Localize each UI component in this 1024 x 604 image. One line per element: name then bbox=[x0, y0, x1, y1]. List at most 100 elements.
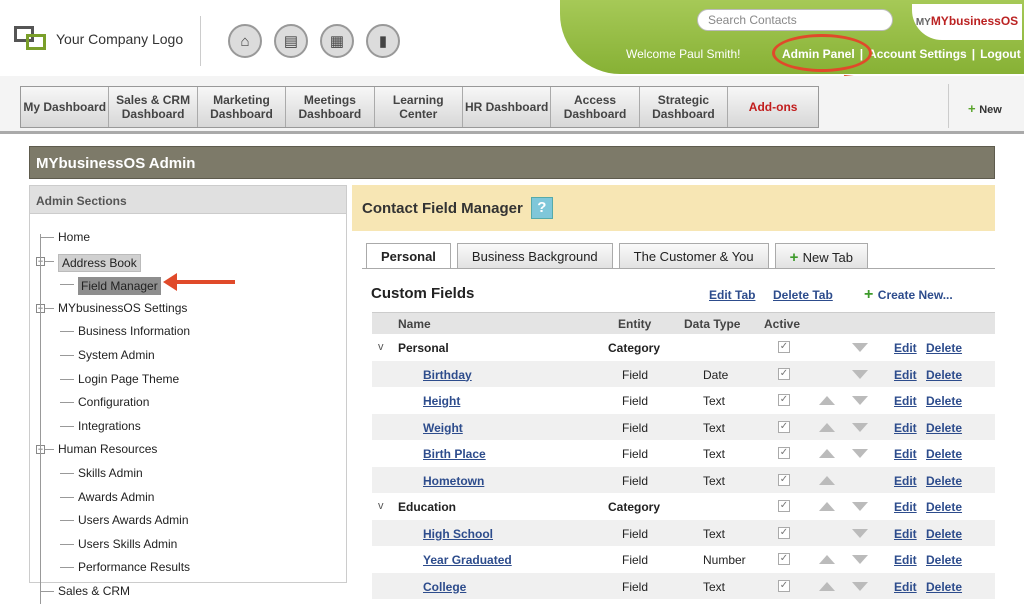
delete-link[interactable]: Delete bbox=[926, 394, 962, 408]
tab-new-tab[interactable]: + New Tab bbox=[774, 243, 868, 268]
data-type-cell: Text bbox=[703, 394, 726, 408]
home-icon[interactable]: ⌂ bbox=[228, 24, 262, 58]
delete-link[interactable]: Delete bbox=[926, 553, 962, 567]
active-checkbox[interactable]: ✓ bbox=[778, 367, 790, 380]
tab-customer-and-you[interactable]: The Customer & You bbox=[618, 243, 769, 268]
edit-link[interactable]: Edit bbox=[894, 368, 917, 382]
field-name-link[interactable]: High School bbox=[423, 527, 493, 541]
active-checkbox[interactable]: ✓ bbox=[778, 553, 790, 565]
nav-add-ons[interactable]: Add-ons bbox=[728, 87, 818, 127]
move-down-icon[interactable] bbox=[852, 369, 868, 379]
nav-hr-dashboard[interactable]: HR Dashboard bbox=[463, 87, 552, 127]
edit-link[interactable]: Edit bbox=[894, 421, 917, 435]
tab-business-background[interactable]: Business Background bbox=[456, 243, 613, 268]
active-checkbox[interactable]: ✓ bbox=[778, 447, 790, 459]
help-icon[interactable]: ? bbox=[530, 197, 553, 219]
search-input[interactable]: Search Contacts bbox=[697, 9, 893, 31]
active-checkbox[interactable]: ✓ bbox=[778, 526, 790, 539]
delete-link[interactable]: Delete bbox=[926, 500, 962, 514]
delete-link[interactable]: Delete bbox=[926, 421, 962, 435]
nav-strategic-dashboard[interactable]: Strategic Dashboard bbox=[640, 87, 729, 127]
active-checkbox[interactable]: ✓ bbox=[778, 341, 790, 353]
field-name-link[interactable]: Weight bbox=[423, 421, 463, 435]
move-up-icon[interactable] bbox=[819, 449, 835, 458]
field-name-link[interactable]: Birth Place bbox=[423, 447, 486, 461]
move-down-icon[interactable] bbox=[852, 555, 868, 564]
nav-sales-crm-dashboard[interactable]: Sales & CRM Dashboard bbox=[109, 87, 198, 127]
sidebar-item[interactable]: Address Book bbox=[58, 253, 141, 272]
account-settings-link[interactable]: Account Settings bbox=[868, 47, 967, 61]
sidebar-item[interactable]: Users Awards Admin bbox=[78, 513, 189, 527]
sidebar-item[interactable]: Integrations bbox=[78, 419, 141, 433]
nav-learning-center[interactable]: Learning Center bbox=[375, 87, 463, 127]
edit-tab-link[interactable]: Edit Tab bbox=[709, 288, 755, 302]
sidebar-item[interactable]: MYbusinessOS Settings bbox=[58, 301, 187, 315]
entity-cell: Field bbox=[622, 579, 649, 594]
move-down-icon[interactable] bbox=[852, 502, 868, 511]
field-name-link[interactable]: Hometown bbox=[423, 474, 484, 488]
field-name-link[interactable]: College bbox=[423, 580, 466, 594]
move-down-icon[interactable] bbox=[852, 528, 868, 538]
move-up-icon[interactable] bbox=[819, 396, 835, 405]
edit-link[interactable]: Edit bbox=[894, 527, 917, 541]
move-up-icon[interactable] bbox=[819, 422, 835, 432]
active-checkbox[interactable]: ✓ bbox=[778, 500, 790, 512]
edit-link[interactable]: Edit bbox=[894, 553, 917, 567]
move-up-icon[interactable] bbox=[819, 502, 835, 511]
active-checkbox[interactable]: ✓ bbox=[778, 473, 790, 486]
move-up-icon[interactable] bbox=[819, 555, 835, 564]
book-icon[interactable]: ▮ bbox=[366, 24, 400, 58]
entity-cell: Field bbox=[622, 526, 649, 541]
logout-link[interactable]: Logout bbox=[980, 47, 1021, 61]
move-down-icon[interactable] bbox=[852, 396, 868, 405]
nav-meetings-dashboard[interactable]: Meetings Dashboard bbox=[286, 87, 375, 127]
field-name-link[interactable]: Birthday bbox=[423, 368, 472, 382]
edit-link[interactable]: Edit bbox=[894, 447, 917, 461]
nav-my-dashboard[interactable]: My Dashboard bbox=[21, 87, 110, 127]
create-new-link[interactable]: + Create New... bbox=[864, 286, 953, 304]
delete-link[interactable]: Delete bbox=[926, 474, 962, 488]
calendar-icon[interactable]: ▦ bbox=[320, 24, 354, 58]
active-checkbox[interactable]: ✓ bbox=[778, 579, 790, 592]
field-name-link[interactable]: Height bbox=[423, 394, 460, 408]
nav-access-dashboard[interactable]: Access Dashboard bbox=[551, 87, 640, 127]
delete-link[interactable]: Delete bbox=[926, 368, 962, 382]
edit-link[interactable]: Edit bbox=[894, 500, 917, 514]
delete-link[interactable]: Delete bbox=[926, 580, 962, 594]
edit-link[interactable]: Edit bbox=[894, 474, 917, 488]
sidebar-item[interactable]: Awards Admin bbox=[78, 490, 154, 504]
chevron-down-icon[interactable]: v bbox=[378, 500, 384, 512]
sidebar-item[interactable]: Field Manager bbox=[78, 277, 161, 296]
brand-text: MYbusinessOS bbox=[930, 14, 1019, 28]
sidebar-item[interactable]: Skills Admin bbox=[78, 466, 143, 480]
sidebar-item[interactable]: Human Resources bbox=[58, 442, 157, 456]
move-up-icon[interactable] bbox=[819, 475, 835, 485]
contact-card-icon[interactable]: ▤ bbox=[274, 24, 308, 58]
chevron-down-icon[interactable]: v bbox=[378, 341, 384, 353]
sidebar-item[interactable]: Performance Results bbox=[78, 560, 190, 574]
active-checkbox[interactable]: ✓ bbox=[778, 394, 790, 406]
new-button[interactable]: + New bbox=[968, 101, 1002, 116]
company-logo[interactable]: Your Company Logo bbox=[14, 26, 183, 52]
tab-personal[interactable]: Personal bbox=[366, 243, 451, 269]
move-down-icon[interactable] bbox=[852, 343, 868, 352]
sidebar-item[interactable]: System Admin bbox=[78, 348, 155, 362]
delete-link[interactable]: Delete bbox=[926, 527, 962, 541]
delete-link[interactable]: Delete bbox=[926, 341, 962, 355]
sidebar-item[interactable]: Login Page Theme bbox=[78, 372, 179, 386]
sidebar-item[interactable]: Business Information bbox=[78, 324, 190, 338]
sidebar-item[interactable]: Home bbox=[58, 230, 90, 244]
delete-link[interactable]: Delete bbox=[926, 447, 962, 461]
field-name-link[interactable]: Year Graduated bbox=[423, 553, 512, 567]
sidebar-item[interactable]: Configuration bbox=[78, 395, 149, 409]
edit-link[interactable]: Edit bbox=[894, 580, 917, 594]
edit-link[interactable]: Edit bbox=[894, 394, 917, 408]
active-checkbox[interactable]: ✓ bbox=[778, 420, 790, 433]
edit-link[interactable]: Edit bbox=[894, 341, 917, 355]
move-down-icon[interactable] bbox=[852, 449, 868, 458]
sidebar-item[interactable]: Sales & CRM bbox=[58, 584, 130, 598]
delete-tab-link[interactable]: Delete Tab bbox=[773, 288, 833, 302]
move-down-icon[interactable] bbox=[852, 422, 868, 432]
nav-marketing-dashboard[interactable]: Marketing Dashboard bbox=[198, 87, 287, 127]
sidebar-item[interactable]: Users Skills Admin bbox=[78, 537, 177, 551]
